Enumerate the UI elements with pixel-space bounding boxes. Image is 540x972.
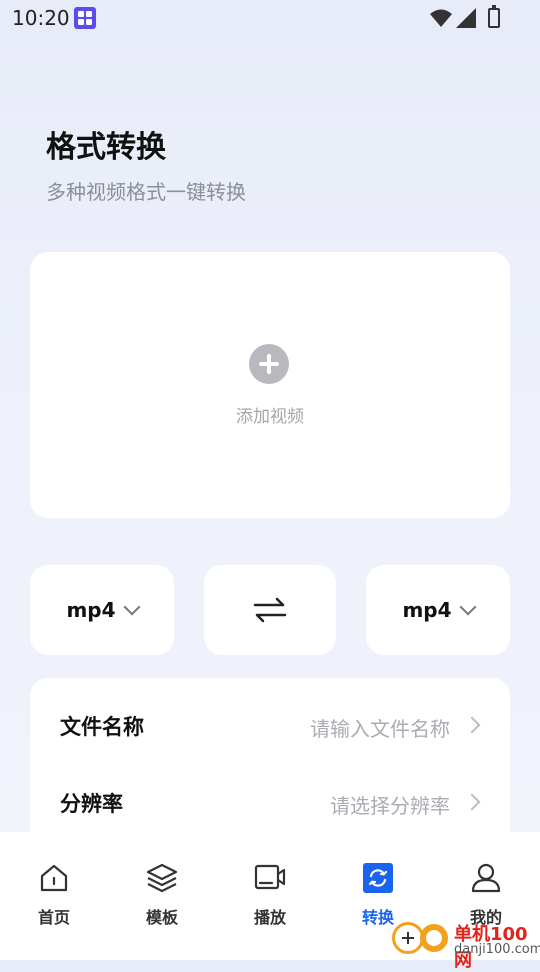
tab-label: 首页 [37,908,70,927]
user-icon [471,863,501,893]
tab-label: 播放 [253,908,286,927]
resolution-select[interactable]: 请选择分辨率 [330,790,450,819]
convert-icon [363,863,393,893]
app-notification-icon [74,7,96,29]
battery-icon [488,5,500,28]
target-format-select[interactable]: mp4 [366,565,510,655]
wifi-icon [430,9,452,27]
swap-arrows-icon [253,597,287,623]
setting-label: 分辨率 [60,792,123,816]
watermark-logo: 单机100网 danji100.com [392,918,540,971]
filename-input[interactable]: 请输入文件名称 [310,713,450,742]
tab-play[interactable]: 播放 [216,832,324,960]
status-bar: 10:20 [0,0,540,36]
home-icon [40,864,68,892]
status-time: 10:20 [12,6,70,30]
setting-label: 文件名称 [60,715,144,739]
watermark-url: danji100.com [454,942,540,957]
layers-icon [146,863,178,893]
tab-label: 模板 [145,908,178,927]
chevron-down-icon [123,598,141,616]
add-video-label: 添加视频 [236,407,304,427]
chevron-right-icon [463,793,481,811]
page-subtitle: 多种视频格式一键转换 [46,180,246,204]
source-format-select[interactable]: mp4 [30,565,174,655]
target-format-value: mp4 [402,598,452,622]
page-title: 格式转换 [46,130,166,165]
tab-home[interactable]: 首页 [0,832,108,960]
tab-templates[interactable]: 模板 [108,832,216,960]
signal-icon [456,8,476,28]
chevron-right-icon [463,716,481,734]
plus-circle-icon [249,344,289,384]
chevron-down-icon [459,598,477,616]
add-video-card[interactable]: 添加视频 [30,252,510,518]
swap-formats-button[interactable] [204,565,336,655]
setting-row-filename[interactable]: 文件名称 请输入文件名称 [30,705,510,745]
source-format-value: mp4 [66,598,116,622]
ring-icon [420,924,448,952]
setting-row-resolution[interactable]: 分辨率 请选择分辨率 [30,782,510,822]
video-camera-icon [254,864,286,890]
